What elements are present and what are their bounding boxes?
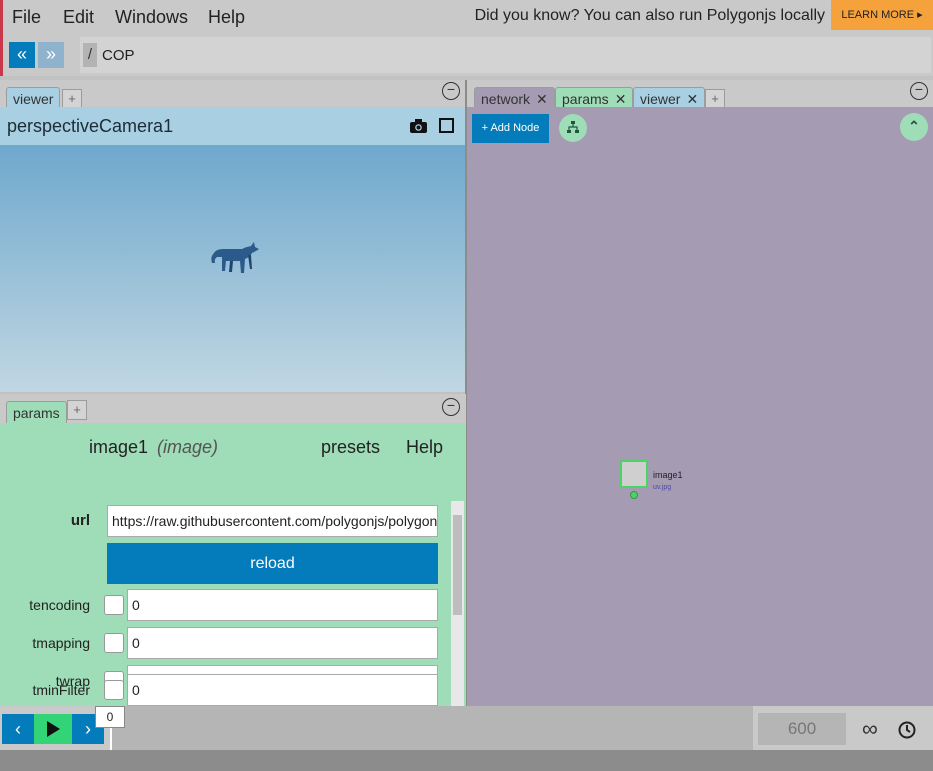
camera-name[interactable]: perspectiveCamera1: [7, 116, 173, 137]
double-chevron-up-icon: ⌃: [908, 118, 920, 134]
accent-edge: [0, 0, 3, 76]
chevron-left-icon: ‹: [15, 719, 21, 739]
tab-params-label: params: [13, 405, 60, 421]
param-input-tminfilter[interactable]: 0: [127, 674, 438, 706]
menu-windows[interactable]: Windows: [115, 7, 188, 28]
param-input-tmapping[interactable]: 0: [127, 627, 438, 659]
params-scrollbar[interactable]: [451, 501, 464, 706]
params-panel: params + − image1 (image) presets Help u…: [0, 394, 466, 706]
clock-icon[interactable]: [898, 721, 916, 739]
param-checkbox-tmapping[interactable]: [104, 633, 124, 653]
viewer-header: perspectiveCamera1: [0, 107, 466, 145]
network-panel: network ✕ params ✕ viewer ✕ + − + Add Node …: [467, 80, 933, 706]
double-chevron-left-icon: «: [16, 44, 27, 64]
add-tab-button[interactable]: +: [62, 89, 82, 109]
play-button[interactable]: [34, 714, 72, 744]
param-label-tmapping: tmapping: [32, 635, 90, 651]
back-button[interactable]: «: [9, 42, 35, 68]
tab-network-label: network: [481, 91, 531, 107]
path-current[interactable]: COP: [102, 47, 135, 64]
param-input-tencoding[interactable]: 0: [127, 589, 438, 621]
learn-more-button[interactable]: LEARN MORE ▸: [831, 0, 933, 30]
close-icon[interactable]: ✕: [536, 91, 548, 107]
path-breadcrumb[interactable]: / COP: [80, 37, 931, 73]
node-output-connector[interactable]: [630, 491, 638, 499]
tab-params-label: params: [562, 91, 609, 107]
chevron-right-icon: ›: [85, 719, 91, 739]
node-sublabel: uv.jpg: [653, 484, 672, 491]
status-strip: [0, 750, 933, 771]
help-button[interactable]: Help: [406, 437, 443, 458]
local-tip-text: Did you know? You can also run Polygonjs…: [474, 7, 825, 24]
node-label: image1: [653, 470, 683, 480]
add-tab-button[interactable]: +: [67, 400, 87, 420]
collapse-panel-button[interactable]: −: [910, 82, 928, 100]
forward-button[interactable]: »: [38, 42, 64, 68]
param-checkbox-tminfilter[interactable]: [104, 680, 124, 700]
wolf-model: [211, 242, 259, 273]
go-up-button[interactable]: ⌃: [900, 113, 928, 141]
menu-help[interactable]: Help: [208, 7, 245, 28]
menu-bar: File Edit Windows Help Did you know? You…: [0, 0, 933, 34]
presets-button[interactable]: presets: [321, 437, 380, 458]
previous-frame-button[interactable]: ‹: [2, 714, 34, 744]
add-node-button[interactable]: + Add Node: [472, 114, 549, 143]
camera-icon[interactable]: [409, 118, 428, 134]
infinity-icon[interactable]: ∞: [862, 716, 878, 742]
node-type: (image): [157, 437, 219, 457]
url-input[interactable]: https://raw.githubusercontent.com/polygo…: [107, 505, 438, 537]
double-chevron-right-icon: »: [45, 44, 56, 64]
network-canvas[interactable]: + Add Node ⌃ image1 uv.jpg: [467, 107, 933, 706]
close-icon[interactable]: ✕: [686, 91, 698, 107]
current-frame-marker[interactable]: 0: [95, 706, 125, 728]
tab-viewer-label: viewer: [13, 91, 54, 107]
viewer-panel: viewer + − perspectiveCamera1: [0, 80, 466, 392]
current-frame-tick: [110, 728, 112, 750]
reload-button[interactable]: reload: [107, 543, 438, 584]
collapse-panel-button[interactable]: −: [442, 82, 460, 100]
path-root[interactable]: /: [83, 43, 97, 67]
menu-file[interactable]: File: [12, 7, 41, 28]
menu-edit[interactable]: Edit: [63, 7, 94, 28]
collapse-panel-button[interactable]: −: [442, 398, 460, 416]
viewer-canvas[interactable]: [0, 145, 466, 392]
hierarchy-icon: [567, 121, 579, 133]
layout-button[interactable]: [559, 114, 587, 142]
param-checkbox-tencoding[interactable]: [104, 595, 124, 615]
add-tab-button[interactable]: +: [705, 89, 725, 109]
params-body: image1 (image) presets Help url https://…: [0, 423, 466, 706]
url-label: url: [70, 512, 90, 529]
node-name: image1: [89, 437, 149, 457]
square-icon[interactable]: [439, 118, 454, 133]
path-bar: « » / COP: [0, 34, 933, 76]
node-image1[interactable]: [620, 460, 648, 488]
timeline-bar: ‹ › 0 600 ∞: [0, 706, 933, 750]
close-icon[interactable]: ✕: [615, 91, 627, 107]
param-label-tencoding: tencoding: [29, 597, 90, 613]
end-frame-input[interactable]: 600: [758, 713, 846, 745]
params-scrollbar-thumb[interactable]: [453, 515, 462, 615]
play-icon: [47, 721, 60, 737]
tab-viewer-label: viewer: [640, 91, 681, 107]
param-label-tminfilter: tminFilter: [32, 682, 90, 698]
timeline-track[interactable]: [110, 706, 753, 750]
